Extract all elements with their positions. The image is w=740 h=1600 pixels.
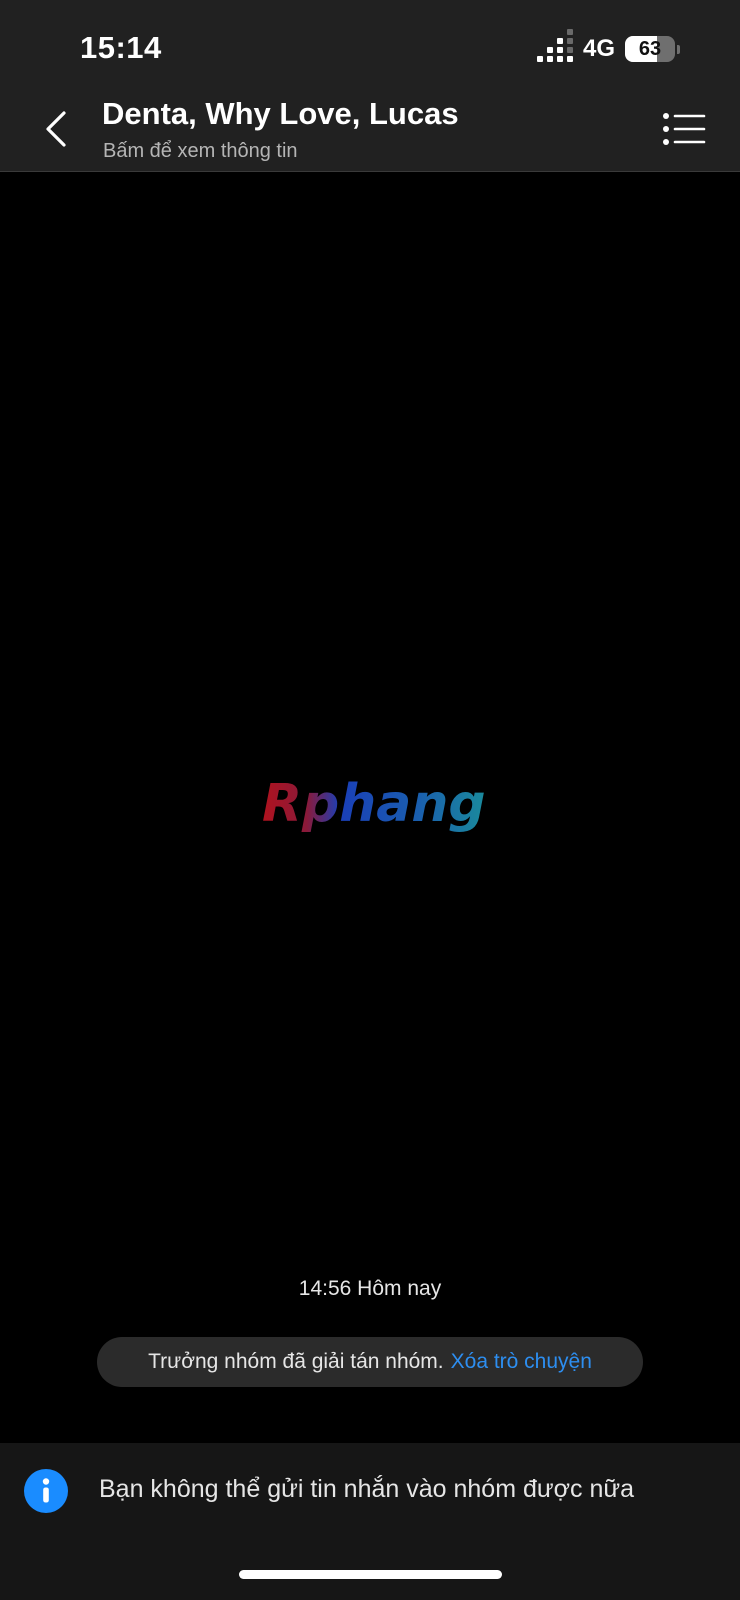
svg-text:Rphang: Rphang: [262, 774, 486, 834]
message-timestamp: 14:56 Hôm nay: [298, 1277, 442, 1300]
delete-chat-link[interactable]: Xóa trò chuyện: [451, 1350, 592, 1374]
info-icon: [24, 1469, 68, 1513]
network-type: 4G: [582, 35, 615, 62]
status-indicators: 4G 63: [536, 29, 680, 64]
bottom-bar: Bạn không thể gửi tin nhắn vào nhóm được…: [0, 1443, 740, 1600]
chevron-left-icon: [46, 111, 66, 147]
status-bar: 15:14 4G 63: [0, 0, 740, 90]
status-time: 15:14: [80, 30, 162, 65]
menu-button[interactable]: [662, 112, 706, 146]
home-indicator[interactable]: [239, 1570, 502, 1579]
battery-percent: 63: [638, 37, 662, 60]
back-button[interactable]: [36, 106, 76, 152]
chat-area[interactable]: Rphang 14:56 Hôm nay Trưởng nhóm đã giải…: [0, 173, 740, 1443]
chat-title[interactable]: Denta, Why Love, Lucas: [102, 96, 459, 132]
notice-text: Trưởng nhóm đã giải tán nhóm.: [148, 1350, 444, 1373]
battery-icon: 63: [625, 36, 675, 62]
list-menu-icon: [663, 113, 706, 145]
chat-header[interactable]: Denta, Why Love, Lucas Bấm để xem thông …: [0, 90, 740, 172]
cannot-send-message: Bạn không thể gửi tin nhắn vào nhóm được…: [99, 1475, 634, 1503]
watermark-logo: Rphang: [262, 774, 486, 834]
system-notice: Trưởng nhóm đã giải tán nhóm. Xóa trò ch…: [97, 1337, 643, 1387]
chat-subtitle[interactable]: Bấm để xem thông tin: [103, 140, 298, 163]
top-bar: 15:14 4G 63 Denta, Why Love, Lucas Bấm đ…: [0, 0, 740, 172]
cellular-signal-icon: [536, 29, 573, 62]
